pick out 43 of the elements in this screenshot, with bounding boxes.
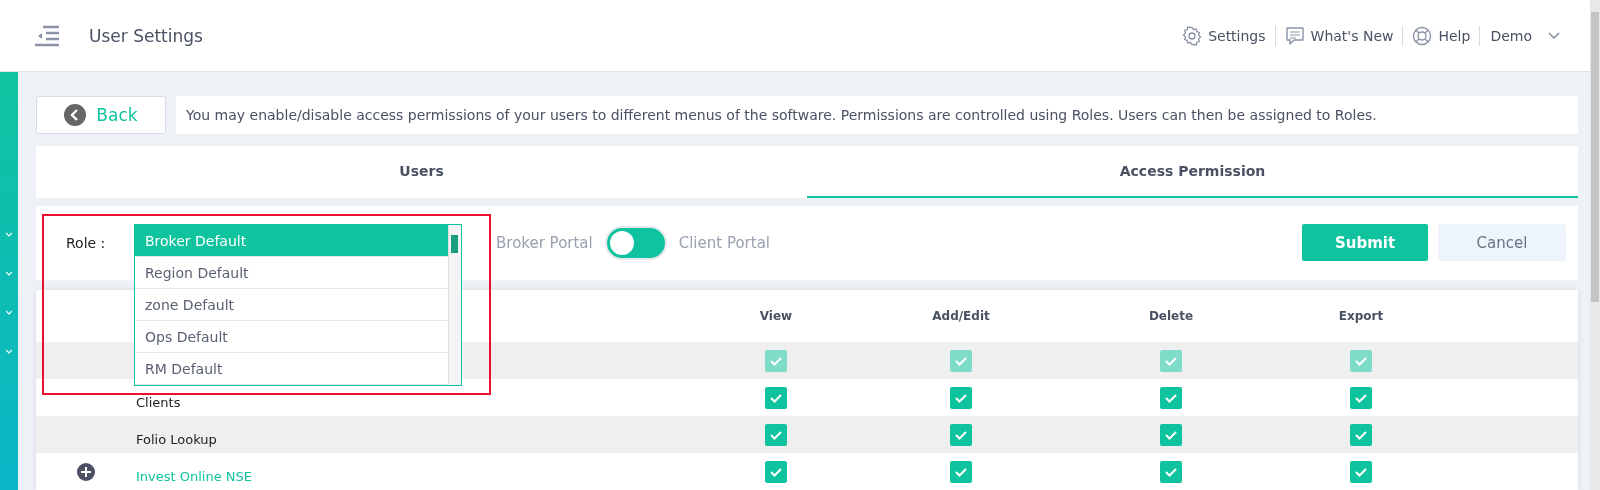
checkbox[interactable]	[950, 386, 972, 409]
back-icon	[64, 104, 87, 126]
scrollbar-thumb[interactable]	[1591, 12, 1599, 302]
portal-label: Broker Portal	[496, 233, 593, 252]
settings-icon	[1182, 25, 1203, 46]
cancel-button[interactable]: Cancel	[1438, 224, 1566, 262]
checkbox[interactable]	[1160, 423, 1182, 446]
header-link[interactable]: Settings	[1173, 25, 1276, 46]
column-header: Export	[1337, 309, 1385, 323]
column-header: Delete	[1147, 309, 1195, 323]
expand-icon[interactable]	[77, 462, 95, 481]
scrollbar-thumb[interactable]	[451, 235, 458, 253]
chevron-icon[interactable]	[6, 349, 12, 354]
checkbox[interactable]	[765, 460, 787, 483]
chevron-icon[interactable]	[6, 271, 12, 276]
role-label: Role :	[66, 234, 107, 251]
page-title: User Settings	[89, 25, 204, 46]
menu-icon[interactable]	[35, 24, 59, 47]
header-link[interactable]: Help	[1403, 25, 1481, 46]
role-dropdown[interactable]: Broker Default Region Default zone Default Ops Default RM Default	[134, 224, 462, 386]
chevron-icon[interactable]	[6, 310, 12, 315]
chat-icon	[1284, 25, 1305, 46]
column-header: View	[758, 309, 794, 323]
header-link[interactable]: What's New	[1275, 25, 1404, 46]
checkbox[interactable]	[1160, 460, 1182, 483]
menu-name: Clients	[136, 395, 182, 412]
column-header: Add/Edit	[931, 309, 991, 323]
help-icon	[1412, 25, 1433, 46]
chevron-down-icon[interactable]	[1548, 31, 1560, 40]
chevron-icon[interactable]	[6, 232, 12, 237]
checkbox[interactable]	[950, 423, 972, 446]
portal-label: Client Portal	[678, 233, 770, 252]
checkbox[interactable]	[1350, 460, 1372, 483]
user-name[interactable]: Demo	[1490, 27, 1532, 44]
checkbox[interactable]	[1350, 386, 1372, 409]
checkbox[interactable]	[765, 423, 787, 446]
checkbox[interactable]	[765, 386, 787, 409]
menu-name: Folio Lookup	[136, 432, 218, 449]
checkbox[interactable]	[1160, 386, 1182, 409]
checkbox[interactable]	[1350, 423, 1372, 446]
checkbox[interactable]	[950, 460, 972, 483]
portal-toggle[interactable]	[604, 225, 667, 260]
info-text: You may enable/disable access permissions of your users to different menus of the software. Permissions are controlled using Roles. Users can then be assigned to Roles.	[176, 96, 1578, 134]
